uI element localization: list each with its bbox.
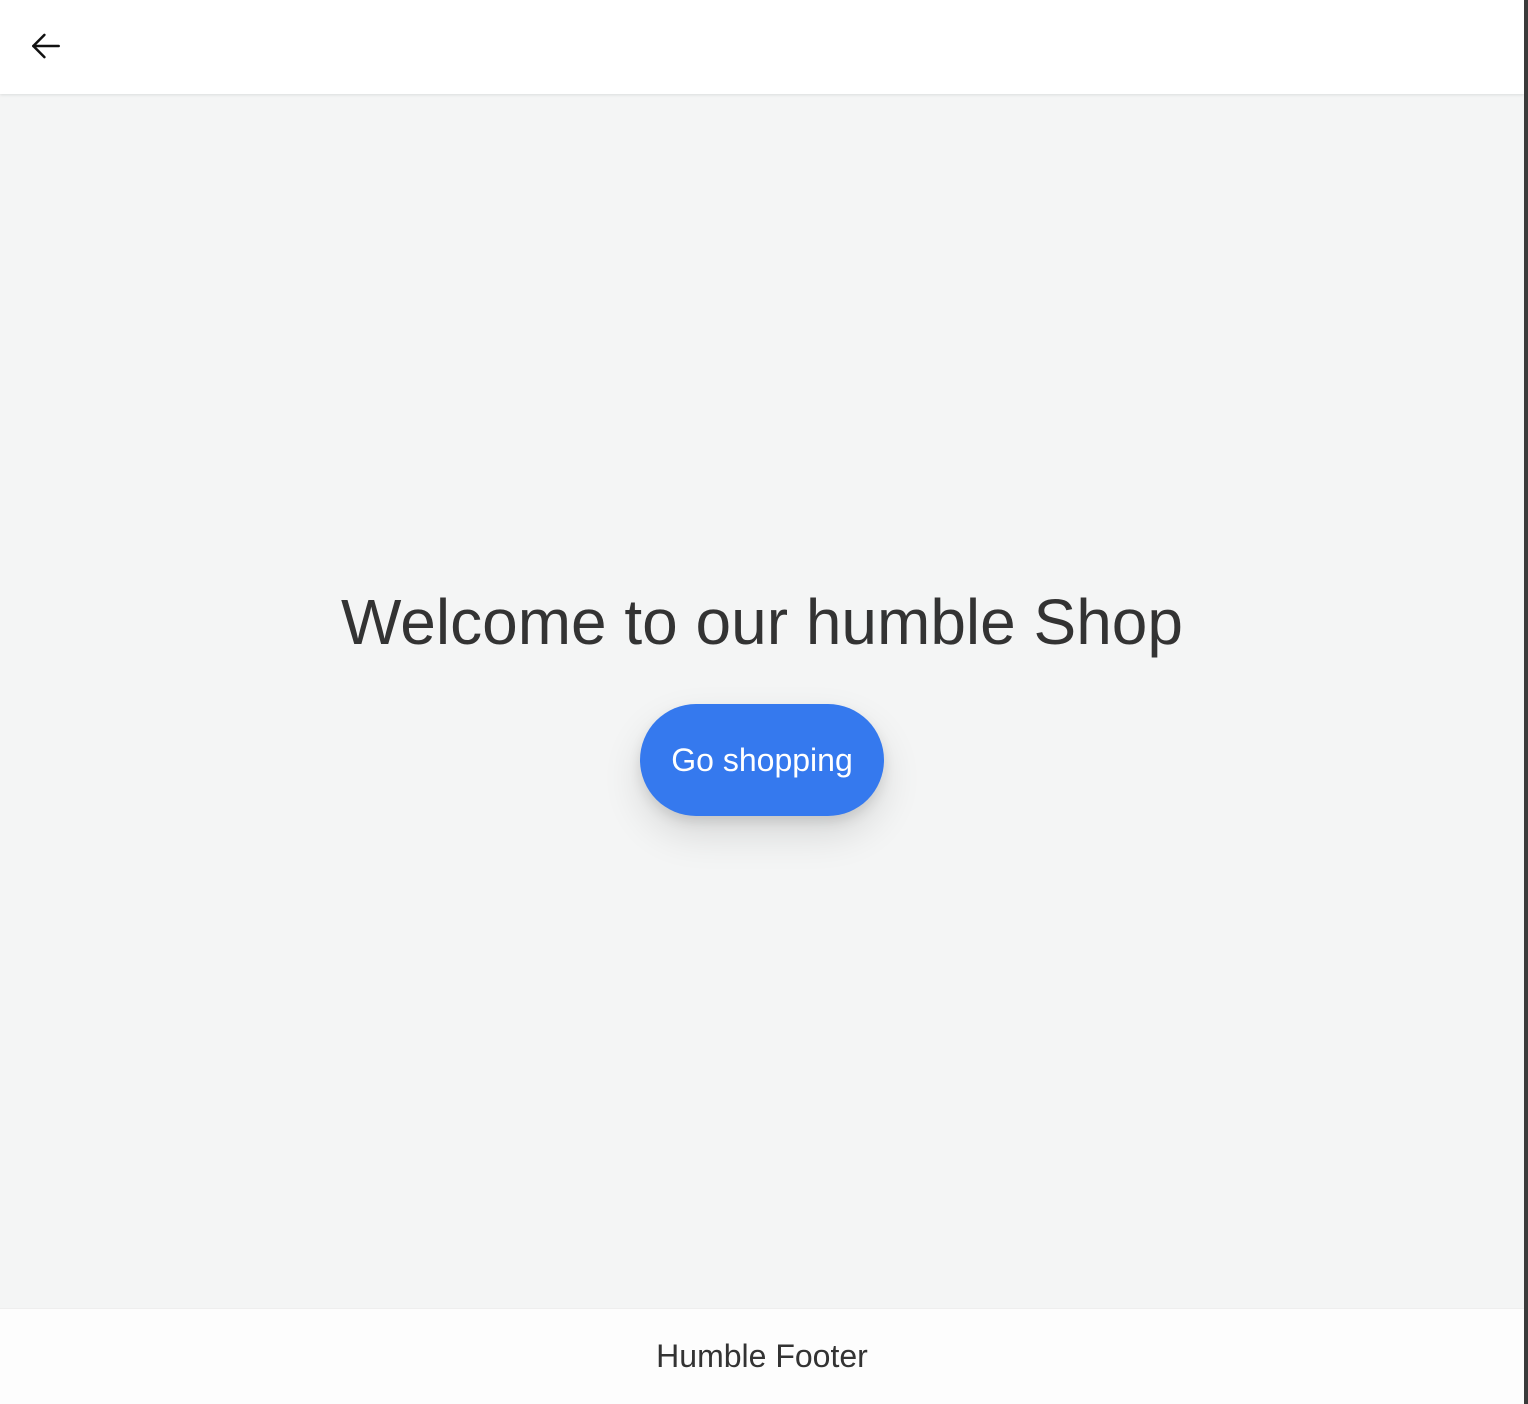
arrow-left-icon bbox=[27, 27, 65, 65]
page-title: Welcome to our humble Shop bbox=[341, 586, 1183, 658]
go-shopping-button[interactable]: Go shopping bbox=[640, 704, 884, 816]
main-content: Welcome to our humble Shop Go shopping bbox=[0, 94, 1524, 1308]
footer: Humble Footer bbox=[0, 1308, 1524, 1404]
back-button[interactable] bbox=[20, 22, 72, 70]
footer-text: Humble Footer bbox=[656, 1338, 868, 1374]
window-edge bbox=[1524, 0, 1528, 1404]
top-app-bar bbox=[0, 0, 1524, 94]
app-page: Welcome to our humble Shop Go shopping H… bbox=[0, 0, 1524, 1404]
